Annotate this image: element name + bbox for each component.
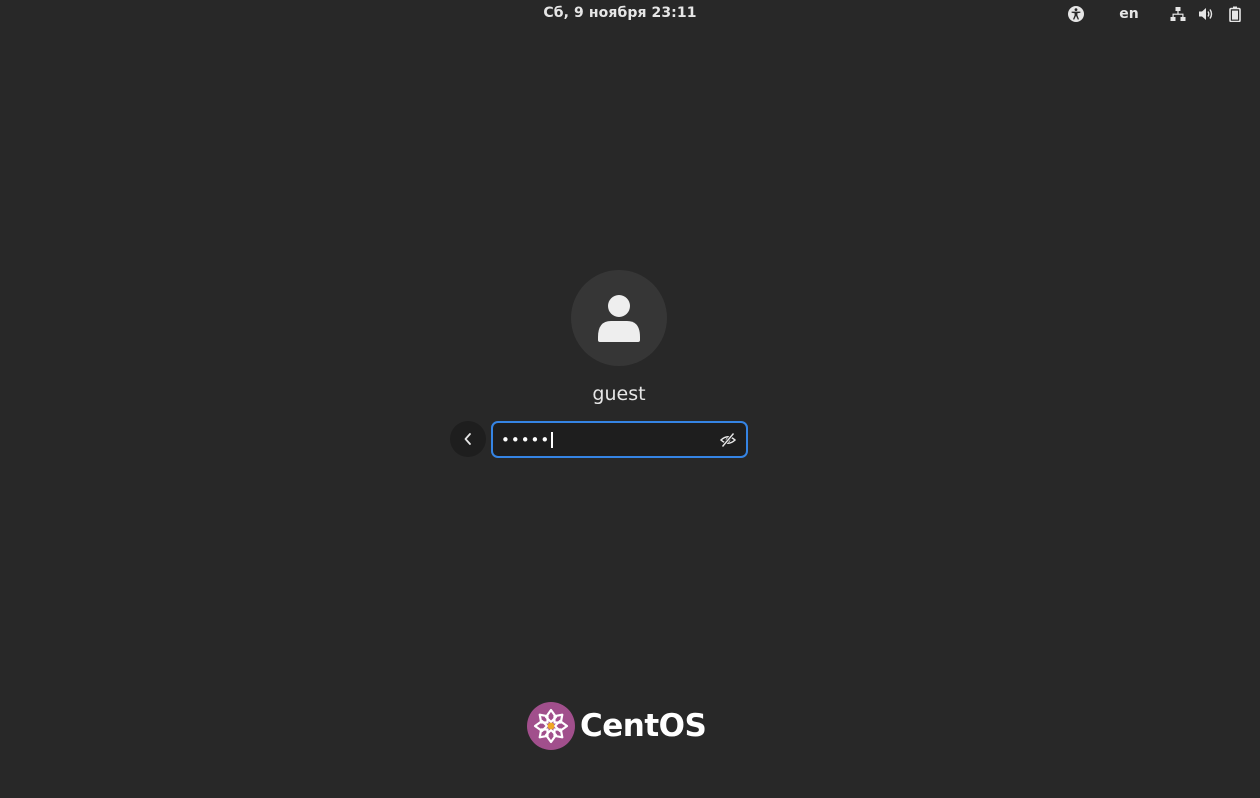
volume-icon	[1199, 8, 1213, 20]
username-label: guest	[592, 383, 646, 405]
logo-text: CentOS	[580, 708, 707, 744]
clock-datetime[interactable]: Сб, 9 ноября 23:11	[0, 5, 1240, 21]
back-button[interactable]	[450, 421, 486, 457]
accessibility-icon	[1068, 6, 1084, 22]
network-status[interactable]	[1168, 4, 1188, 24]
text-cursor	[551, 431, 553, 448]
network-wired-icon	[1170, 7, 1186, 21]
eye-slash-icon	[720, 432, 736, 448]
volume-status[interactable]	[1196, 4, 1216, 24]
battery-status[interactable]	[1226, 4, 1244, 24]
reveal-password-button[interactable]	[718, 430, 738, 450]
centos-logo: CentOS	[527, 702, 707, 750]
chevron-left-icon	[464, 433, 471, 445]
keyboard-layout-indicator[interactable]: en	[1114, 4, 1144, 24]
password-field[interactable]: •••••	[491, 421, 748, 458]
password-mask: •••••	[501, 430, 551, 449]
accessibility-menu[interactable]	[1064, 4, 1088, 24]
user-icon	[598, 295, 640, 342]
battery-icon	[1229, 6, 1241, 22]
user-avatar	[571, 270, 667, 366]
centos-emblem-icon	[527, 702, 575, 750]
top-bar: Сб, 9 ноября 23:11 en	[0, 0, 1260, 28]
password-input[interactable]: •••••	[501, 427, 701, 452]
